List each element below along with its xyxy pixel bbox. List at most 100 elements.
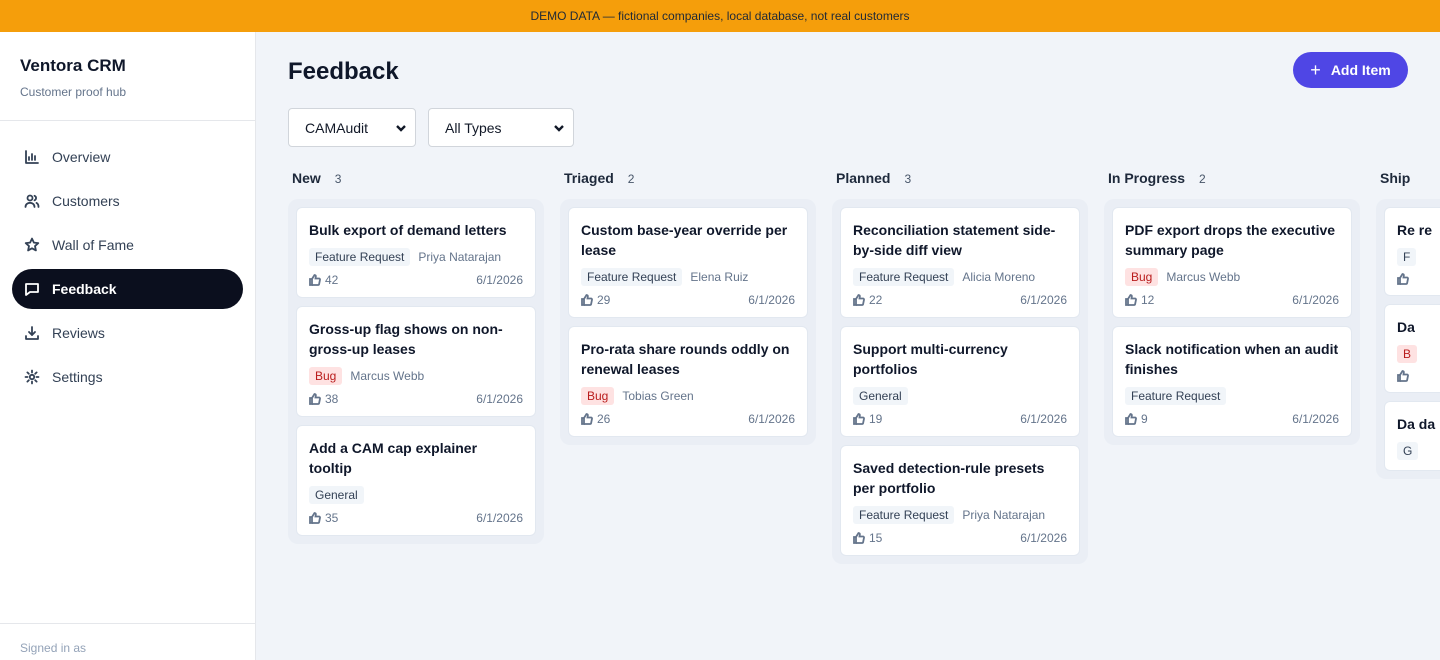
add-item-button[interactable]: + Add Item bbox=[1293, 52, 1408, 88]
feedback-card[interactable]: Pro-rata share rounds oddly on renewal l… bbox=[568, 326, 808, 437]
thumbs-up-icon bbox=[309, 512, 321, 524]
demo-banner-text: DEMO DATA — fictional companies, local d… bbox=[530, 9, 910, 23]
product-select-value: CAMAudit bbox=[305, 119, 369, 136]
feedback-card[interactable]: Da da G bbox=[1384, 401, 1440, 471]
thumbs-up-icon bbox=[853, 413, 865, 425]
card-title: Slack notification when an audit finishe… bbox=[1125, 341, 1339, 377]
sidebar-nav: Overview Customers Wall of Fame Feedback… bbox=[0, 121, 255, 397]
type-select-value: All Types bbox=[445, 119, 502, 136]
star-icon bbox=[24, 237, 40, 252]
card-title: Da bbox=[1397, 319, 1415, 335]
card-date: 6/1/2026 bbox=[748, 293, 795, 307]
type-select[interactable]: All Types bbox=[428, 108, 574, 147]
card-date: 6/1/2026 bbox=[1020, 412, 1067, 426]
type-tag: Feature Request bbox=[853, 267, 955, 286]
feedback-card[interactable]: Slack notification when an audit finishe… bbox=[1112, 326, 1352, 437]
sidebar-item-label: Reviews bbox=[52, 325, 105, 341]
vote-count: 42 bbox=[325, 273, 339, 287]
message-icon bbox=[25, 283, 39, 296]
sidebar-item-wall-of-fame[interactable]: Wall of Fame bbox=[12, 225, 243, 265]
card-date: 6/1/2026 bbox=[476, 511, 523, 525]
vote-count: 35 bbox=[325, 511, 339, 525]
column-header-new: New 3 bbox=[292, 170, 341, 186]
type-tag: Bug bbox=[581, 386, 615, 405]
card-title: Custom base-year override per lease bbox=[581, 222, 788, 258]
kanban-column-triaged: Custom base-year override per lease Feat… bbox=[560, 199, 816, 445]
card-owner: Priya Natarajan bbox=[418, 249, 502, 264]
download-icon bbox=[25, 326, 39, 340]
signed-in-label: Signed in as bbox=[0, 623, 255, 660]
card-owner: Elena Ruiz bbox=[690, 269, 749, 284]
column-count: 3 bbox=[334, 172, 342, 186]
card-title: Da da bbox=[1397, 416, 1436, 432]
column-count: 3 bbox=[904, 172, 912, 186]
type-tag: Feature Request bbox=[1125, 386, 1227, 405]
card-title: Reconciliation statement side-by-side di… bbox=[853, 222, 1056, 258]
feedback-card[interactable]: Re re F bbox=[1384, 207, 1440, 296]
sidebar-item-label: Settings bbox=[52, 369, 103, 385]
feedback-card[interactable]: Support multi-currency portfolios Genera… bbox=[840, 326, 1080, 437]
card-title: Saved detection-rule presets per portfol… bbox=[853, 460, 1045, 496]
feedback-card[interactable]: Gross-up flag shows on non-gross-up leas… bbox=[296, 306, 536, 417]
feedback-card[interactable]: Add a CAM cap explainer tooltip General … bbox=[296, 425, 536, 536]
card-title: Add a CAM cap explainer tooltip bbox=[309, 440, 478, 476]
product-select[interactable]: CAMAudit bbox=[288, 108, 416, 147]
card-title: Gross-up flag shows on non-gross-up leas… bbox=[309, 321, 503, 357]
chevron-down-icon bbox=[396, 124, 406, 132]
feedback-card[interactable]: Da B bbox=[1384, 304, 1440, 393]
card-title: PDF export drops the executive summary p… bbox=[1125, 222, 1336, 258]
thumbs-up-icon bbox=[1125, 294, 1137, 306]
kanban-column-new: Bulk export of demand letters Feature Re… bbox=[288, 199, 544, 544]
card-date: 6/1/2026 bbox=[1292, 293, 1339, 307]
column-header-in-progress: In Progress 2 bbox=[1108, 170, 1206, 186]
card-title: Bulk export of demand letters bbox=[309, 222, 507, 238]
gear-icon bbox=[24, 369, 40, 385]
vote-count: 38 bbox=[325, 392, 339, 406]
sidebar-item-overview[interactable]: Overview bbox=[12, 137, 243, 177]
feedback-card[interactable]: Reconciliation statement side-by-side di… bbox=[840, 207, 1080, 318]
sidebar-item-feedback[interactable]: Feedback bbox=[12, 269, 243, 309]
column-title: Ship bbox=[1380, 170, 1411, 186]
page-title: Feedback bbox=[288, 58, 399, 85]
sidebar-item-label: Customers bbox=[52, 193, 120, 209]
vote-count: 15 bbox=[869, 531, 883, 545]
vote-count: 22 bbox=[869, 293, 883, 307]
thumbs-up-icon bbox=[853, 294, 865, 306]
type-tag: Feature Request bbox=[581, 267, 683, 286]
card-date: 6/1/2026 bbox=[476, 392, 523, 406]
type-tag: Bug bbox=[1125, 267, 1159, 286]
type-tag: Feature Request bbox=[853, 505, 955, 524]
column-title: In Progress bbox=[1108, 170, 1186, 186]
vote-count: 12 bbox=[1141, 293, 1155, 307]
thumbs-up-icon bbox=[1125, 413, 1137, 425]
sidebar-item-settings[interactable]: Settings bbox=[12, 357, 243, 397]
feedback-card[interactable]: Custom base-year override per lease Feat… bbox=[568, 207, 808, 318]
type-tag: G bbox=[1397, 441, 1419, 460]
add-item-label: Add Item bbox=[1330, 62, 1391, 78]
type-tag: General bbox=[309, 485, 364, 504]
plus-icon: + bbox=[1310, 60, 1321, 80]
thumbs-up-icon bbox=[1397, 370, 1409, 382]
thumbs-up-icon bbox=[309, 393, 321, 405]
thumbs-up-icon bbox=[1397, 273, 1409, 285]
column-count: 2 bbox=[1199, 172, 1206, 186]
card-owner: Alicia Moreno bbox=[962, 269, 1036, 284]
chevron-down-icon bbox=[554, 124, 564, 132]
sidebar-item-label: Feedback bbox=[52, 281, 117, 297]
feedback-card[interactable]: Saved detection-rule presets per portfol… bbox=[840, 445, 1080, 556]
users-icon bbox=[24, 194, 40, 208]
feedback-card[interactable]: Bulk export of demand letters Feature Re… bbox=[296, 207, 536, 298]
kanban-column-planned: Reconciliation statement side-by-side di… bbox=[832, 199, 1088, 564]
kanban-column-shipped: Re re F Da B Da da G bbox=[1376, 199, 1440, 479]
brand: Ventora CRM Customer proof hub bbox=[0, 32, 255, 121]
sidebar-item-reviews[interactable]: Reviews bbox=[12, 313, 243, 353]
type-tag: B bbox=[1397, 344, 1418, 363]
column-title: Triaged bbox=[564, 170, 614, 186]
sidebar-item-customers[interactable]: Customers bbox=[12, 181, 243, 221]
thumbs-up-icon bbox=[581, 294, 593, 306]
card-owner: Marcus Webb bbox=[1166, 269, 1241, 284]
kanban-column-in-progress: PDF export drops the executive summary p… bbox=[1104, 199, 1360, 445]
thumbs-up-icon bbox=[853, 532, 865, 544]
main-content: Feedback + Add Item CAMAudit All Types N… bbox=[256, 32, 1440, 660]
feedback-card[interactable]: PDF export drops the executive summary p… bbox=[1112, 207, 1352, 318]
